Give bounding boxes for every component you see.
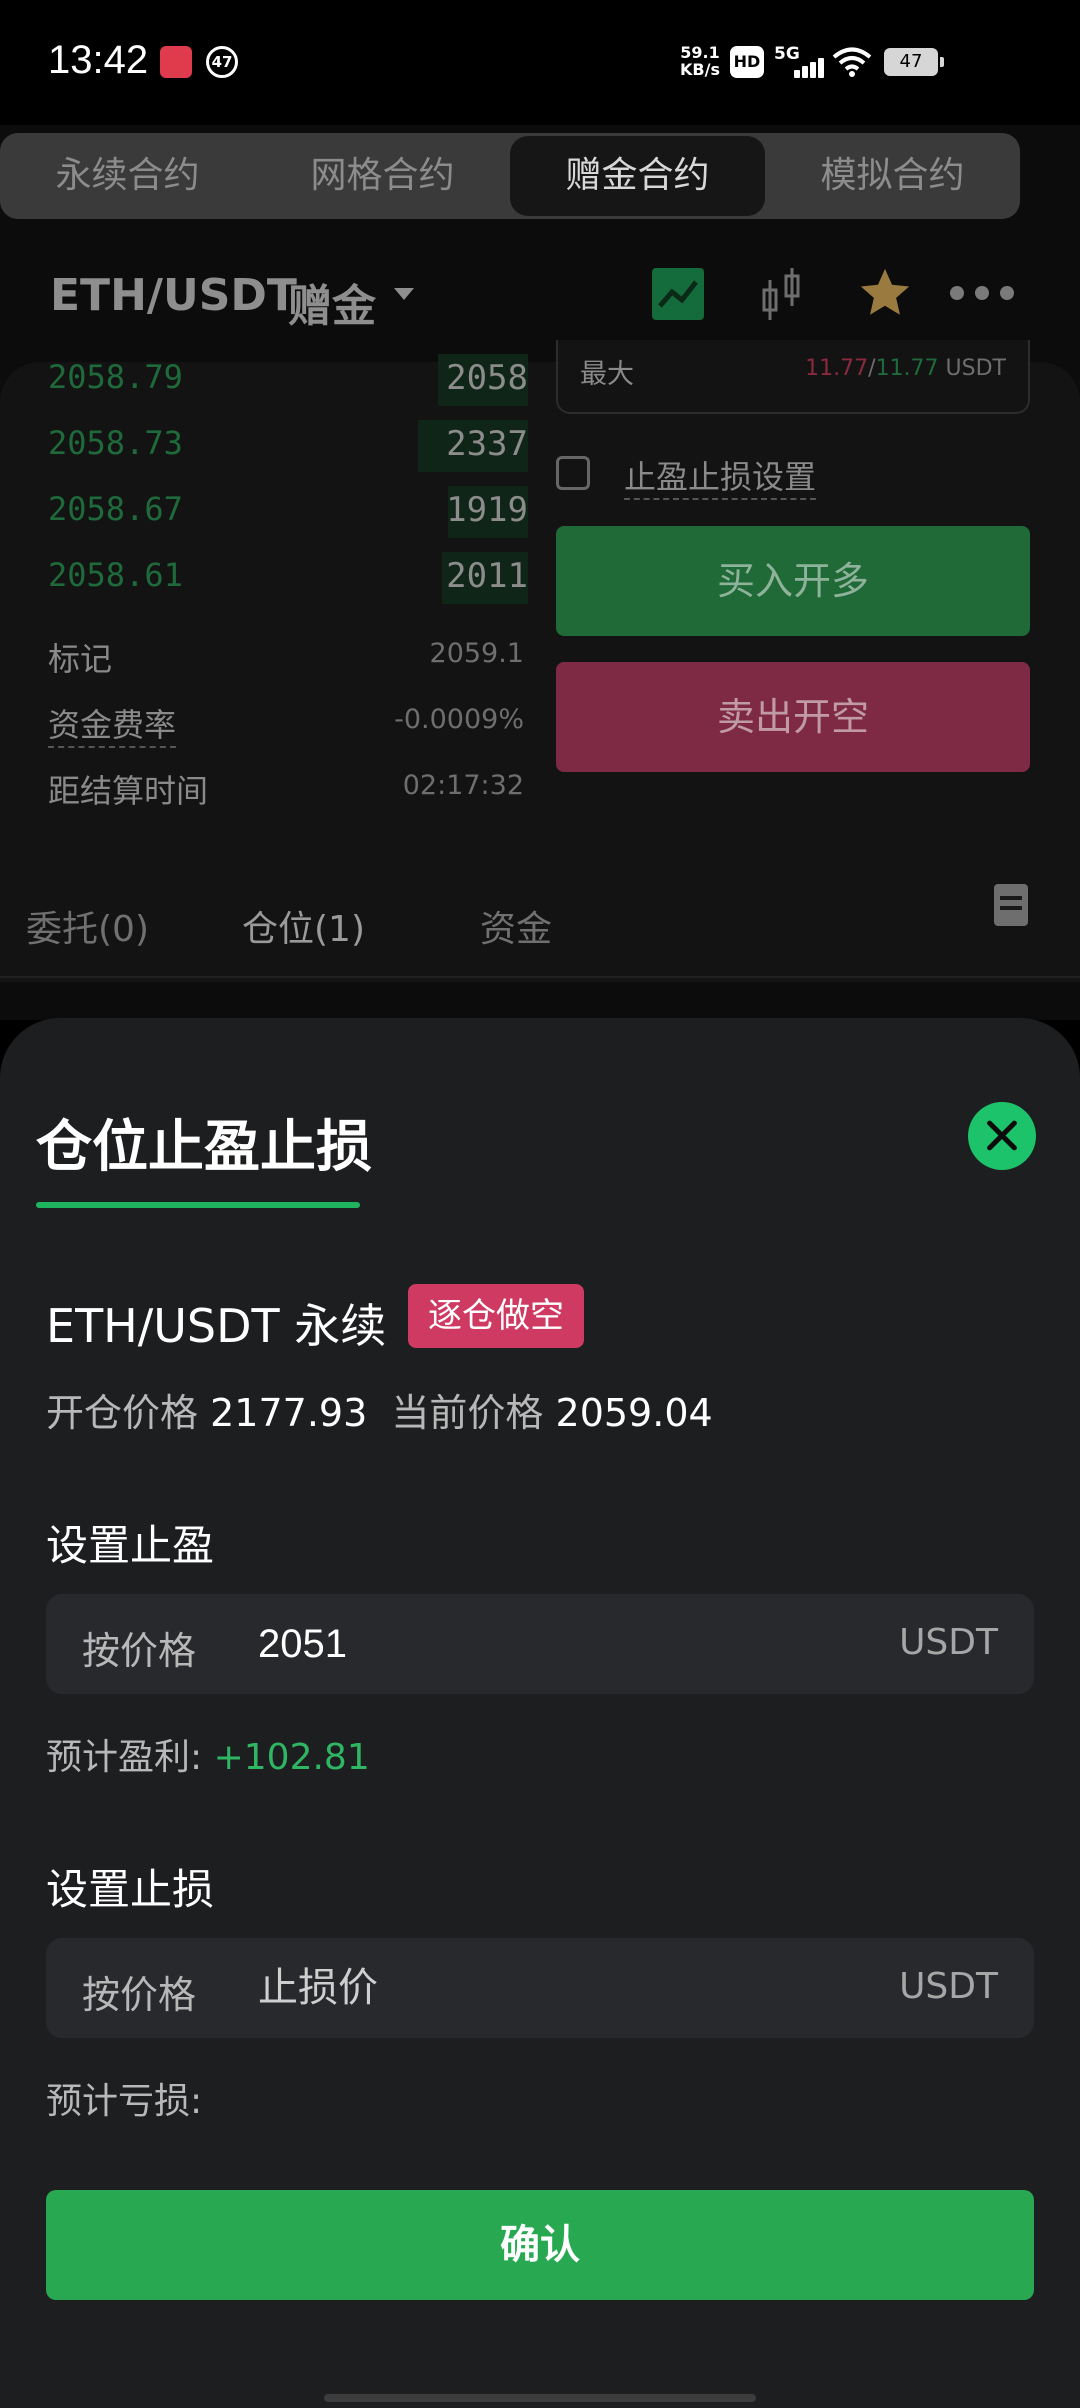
take-profit-unit: USDT (899, 1622, 998, 1663)
sell-short-button[interactable]: 卖出开空 (556, 662, 1030, 772)
bid-price: 2058.79 (48, 358, 183, 396)
estimated-loss: 预计亏损: (46, 2072, 202, 2124)
bid-price: 2058.61 (48, 556, 183, 594)
battery-icon: 47 (884, 48, 944, 76)
hd-icon: HD (730, 46, 764, 78)
estimated-profit-value: +102.81 (213, 1737, 370, 1778)
entry-price-value: 2177.93 (210, 1391, 368, 1435)
estimated-profit: 预计盈利: +102.81 (46, 1728, 370, 1780)
confirm-button[interactable]: 确认 (46, 2190, 1034, 2300)
settlement-time-row: 距结算时间 02:17:32 (48, 766, 524, 816)
max-value: 11.77/11.77 USDT (805, 356, 1006, 381)
bid-qty: 2011 (446, 556, 528, 596)
position-side-badge: 逐仓做空 (408, 1284, 584, 1348)
tab-assets[interactable]: 资金 (480, 900, 552, 952)
network-type: 5G (774, 44, 800, 64)
bid-qty: 2058 (446, 358, 528, 398)
orderbook-row[interactable]: 2058.79 2058 (48, 354, 528, 408)
current-price-label: 当前价格 (391, 1391, 544, 1435)
mark-price-label: 标记 (48, 640, 113, 678)
tab-grid[interactable]: 网格合约 (255, 133, 510, 219)
entry-price-label: 开仓价格 (46, 1391, 199, 1435)
more-icon[interactable] (950, 286, 1014, 302)
stop-loss-mode[interactable]: 按价格 (82, 1964, 196, 2019)
contract-type-tabs: 永续合约 网格合约 赠金合约 模拟合约 (0, 133, 1020, 219)
max-amount-box: 最大 11.77/11.77 USDT (556, 340, 1030, 414)
orderbook-row[interactable]: 2058.73 2337 (48, 420, 528, 474)
position-tabs: 委托(0) 仓位(1) 资金 (0, 870, 1080, 978)
wifi-icon (832, 47, 872, 77)
home-indicator[interactable] (324, 2394, 756, 2402)
estimated-profit-label: 预计盈利: (46, 1737, 203, 1778)
caret-down-icon[interactable] (394, 288, 414, 300)
orderbook-row[interactable]: 2058.61 2011 (48, 552, 528, 606)
net-speed-unit: KB/s (680, 60, 720, 79)
stop-loss-price-input[interactable] (258, 1954, 898, 2022)
mark-price-value: 2059.1 (429, 638, 524, 669)
sheet-title: 仓位止盈止损 (36, 1115, 372, 1180)
chart-line-icon[interactable] (652, 268, 704, 320)
funding-rate-label[interactable]: 资金费率 (48, 700, 177, 748)
pair-tag[interactable]: 赠金 (288, 270, 376, 334)
tpsl-bottom-sheet: 仓位止盈止损 ETH/USDT 永续 逐仓做空 开仓价格 2177.93 当前价… (0, 1018, 1080, 2408)
position-prices: 开仓价格 2177.93 当前价格 2059.04 (46, 1382, 713, 1437)
app-notification-icon (160, 46, 192, 78)
max-sell-value: 11.77 (805, 356, 869, 381)
buy-long-button[interactable]: 买入开多 (556, 526, 1030, 636)
title-underline (36, 1202, 360, 1208)
list-icon[interactable] (994, 884, 1028, 926)
max-unit: USDT (945, 356, 1006, 381)
stop-loss-title: 设置止损 (46, 1865, 215, 1914)
settlement-time-label: 距结算时间 (48, 772, 209, 810)
pair-header: ETH/USDT 赠金 (0, 240, 1080, 350)
tpsl-checkbox[interactable] (556, 456, 590, 490)
kline-icon[interactable] (756, 266, 806, 324)
take-profit-mode[interactable]: 按价格 (82, 1620, 196, 1675)
notification-count-icon: 47 (206, 46, 238, 78)
funding-rate-value: -0.0009% (394, 704, 524, 735)
status-time: 13:42 (48, 38, 149, 82)
settlement-time-value: 02:17:32 (402, 770, 524, 801)
bid-qty: 1919 (446, 490, 528, 530)
bid-price: 2058.73 (48, 424, 183, 462)
favorite-star-icon[interactable] (856, 264, 914, 322)
cellular-signal-icon: 5G (774, 44, 824, 78)
tab-positions[interactable]: 仓位(1) (242, 900, 365, 952)
take-profit-input-box[interactable]: 按价格 USDT (46, 1594, 1034, 1694)
current-price-value: 2059.04 (555, 1391, 713, 1435)
pair-selector[interactable]: ETH/USDT (50, 270, 297, 321)
stop-loss-input-box[interactable]: 按价格 USDT (46, 1938, 1034, 2038)
tab-perpetual[interactable]: 永续合约 (0, 133, 255, 219)
tab-demo[interactable]: 模拟合约 (765, 133, 1020, 219)
estimated-loss-label: 预计亏损: (46, 2081, 203, 2122)
take-profit-price-input[interactable] (258, 1610, 898, 1678)
net-speed-value: 59.1 (680, 43, 720, 62)
tab-bonus[interactable]: 赠金合约 (510, 136, 765, 216)
stop-loss-unit: USDT (899, 1966, 998, 2007)
mark-price-row: 标记 2059.1 (48, 634, 524, 684)
bid-price: 2058.67 (48, 490, 183, 528)
funding-rate-row[interactable]: 资金费率 -0.0009% (48, 700, 524, 750)
orderbook-row[interactable]: 2058.67 1919 (48, 486, 528, 540)
tpsl-settings-label[interactable]: 止盈止损设置 (624, 452, 817, 500)
max-label: 最大 (580, 359, 634, 390)
take-profit-title: 设置止盈 (46, 1521, 215, 1570)
position-symbol: ETH/USDT 永续 (46, 1299, 387, 1353)
bid-qty: 2337 (446, 424, 528, 464)
network-speed: 59.1 KB/s (680, 44, 720, 78)
tab-orders[interactable]: 委托(0) (26, 900, 149, 952)
max-buy-value: 11.77 (875, 356, 939, 381)
status-bar: 13:42 47 59.1 KB/s HD 5G 47 (0, 0, 1080, 125)
close-icon[interactable] (968, 1102, 1036, 1170)
